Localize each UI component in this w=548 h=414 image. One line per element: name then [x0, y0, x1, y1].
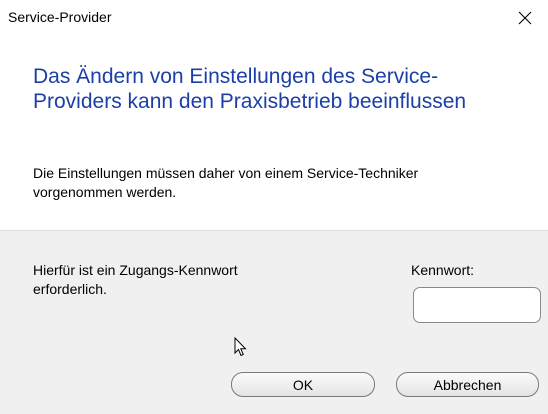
password-info-text: Hierfür ist ein Zugangs-Kennwort erforde…: [33, 262, 238, 297]
message-subtext: Die Einstellungen müssen daher von einem…: [33, 165, 419, 200]
close-icon: [518, 11, 532, 25]
close-button[interactable]: [502, 0, 548, 36]
form-area: Hierfür ist ein Zugangs-Kennwort erforde…: [0, 230, 548, 414]
cancel-button[interactable]: Abbrechen: [396, 372, 539, 397]
window-title: Service-Provider: [8, 9, 112, 25]
mouse-cursor-icon: [234, 337, 247, 357]
title-bar: Service-Provider: [0, 0, 548, 36]
password-label: Kennwort:: [411, 262, 475, 278]
message-heading: Das Ändern von Einstellungen des Service…: [33, 65, 467, 113]
password-input[interactable]: [413, 287, 541, 323]
message-area: Das Ändern von Einstellungen des Service…: [0, 36, 548, 230]
ok-button[interactable]: OK: [231, 372, 375, 397]
